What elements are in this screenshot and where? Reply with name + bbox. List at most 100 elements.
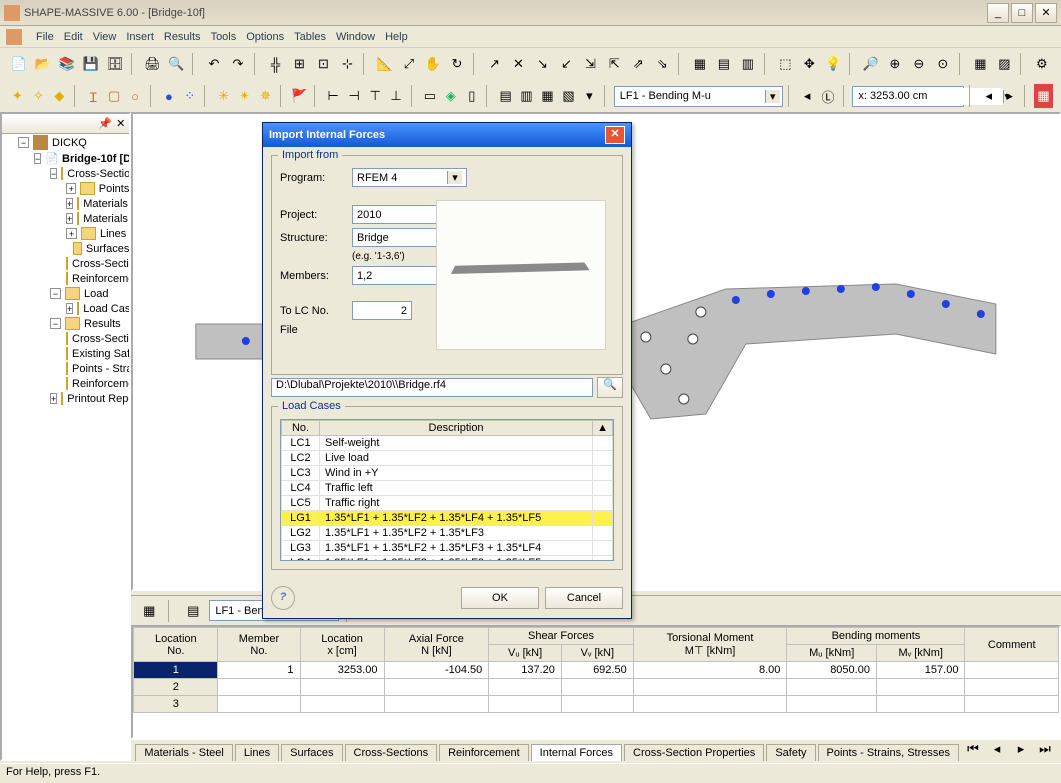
arrow-left-icon[interactable]: ◂ [979, 84, 998, 108]
tab-points-strains-stresses[interactable]: Points - Strains, Stresses [818, 744, 960, 761]
tab-first-icon[interactable]: ⏮ [961, 737, 985, 761]
cancel-button[interactable]: Cancel [545, 587, 623, 609]
lf-combo-input[interactable] [617, 88, 765, 105]
save-icon[interactable]: 💾 [80, 52, 102, 76]
zoomout-icon[interactable]: ⊖ [908, 52, 930, 76]
tab-materials-steel[interactable]: Materials - Steel [135, 744, 232, 761]
tool-f-icon[interactable]: ⇱ [603, 52, 625, 76]
pt3-icon[interactable]: ◆ [50, 84, 69, 108]
table-row[interactable]: 3 [134, 696, 1059, 713]
program-combo[interactable]: RFEM 4▾ [352, 168, 467, 187]
zoomall-icon[interactable]: ⊙ [932, 52, 954, 76]
project-icon[interactable]: 📚 [56, 52, 78, 76]
lc-grid[interactable]: No. Description▲ LC1Self-weightLC2Live l… [280, 419, 614, 561]
tree-close-icon[interactable]: ✕ [116, 117, 125, 130]
printout-node[interactable]: Printout Reports [67, 393, 131, 405]
x-combo[interactable]: ▾ [852, 86, 964, 107]
tree-item[interactable]: Reinforcement - Strains and [72, 378, 131, 390]
tree-expand-icon[interactable]: + [66, 198, 73, 209]
misc1-icon[interactable]: ▤ [496, 84, 515, 108]
calc-icon[interactable]: ▦ [969, 52, 991, 76]
table-icon[interactable]: ▦ [689, 52, 711, 76]
col-member[interactable]: MemberNo. [218, 628, 300, 662]
tool-e-icon[interactable]: ⇲ [579, 52, 601, 76]
dd1-icon[interactable]: ▾ [580, 84, 599, 108]
chevron-down-icon[interactable]: ▾ [765, 90, 780, 103]
menu-help[interactable]: Help [385, 31, 408, 43]
data-icon[interactable]: ▤ [713, 52, 735, 76]
tool-g-icon[interactable]: ⇗ [627, 52, 649, 76]
tab-safety[interactable]: Safety [766, 744, 815, 761]
col-mt[interactable]: Torsional MomentM⊤ [kNm] [633, 628, 787, 662]
tree-item[interactable]: Existing Safety [72, 348, 131, 360]
col-comment[interactable]: Comment [965, 628, 1059, 662]
root-node[interactable]: DICKQ [52, 137, 87, 149]
axis-icon[interactable]: ⊹ [336, 52, 358, 76]
navigator-tree[interactable]: 📌 ✕ −DICKQ −📄 Bridge-10f [Demo]* −Cross-… [0, 112, 131, 761]
tree-expand-icon[interactable]: + [50, 393, 57, 404]
lc-row[interactable]: LC3Wind in +Y [282, 466, 613, 481]
col-loc-no[interactable]: LocationNo. [134, 628, 218, 662]
open-icon[interactable]: 📂 [32, 52, 54, 76]
fit-icon[interactable]: ⤢ [398, 52, 420, 76]
csp-node[interactable]: Cross-Section Properties [67, 168, 131, 180]
menu-view[interactable]: View [93, 31, 117, 43]
preview-icon[interactable]: 🔍 [165, 52, 187, 76]
tree-item[interactable]: Cross-Section Properties [72, 333, 131, 345]
col-vv[interactable]: Vᵥ [kN] [561, 645, 633, 662]
win-icon[interactable]: ▦ [1034, 84, 1053, 108]
opts-icon[interactable]: ⚙ [1031, 52, 1053, 76]
browse-button[interactable]: 🔍 [597, 377, 623, 398]
arrow-right-icon[interactable]: ▸ [1000, 84, 1019, 108]
tree-collapse-icon[interactable]: − [34, 153, 41, 164]
flag-icon[interactable]: 🚩 [290, 84, 309, 108]
zoomin-icon[interactable]: ⊕ [884, 52, 906, 76]
tree-collapse-icon[interactable]: − [50, 168, 57, 179]
col-x[interactable]: Locationx [cm] [300, 628, 384, 662]
sel3-icon[interactable]: ▯ [462, 84, 481, 108]
close-button[interactable]: ✕ [1035, 3, 1057, 23]
misc3-icon[interactable]: ▦ [538, 84, 557, 108]
tool-d-icon[interactable]: ↙ [555, 52, 577, 76]
col-n[interactable]: Axial ForceN [kN] [384, 628, 489, 662]
tree-item[interactable]: Surfaces [86, 243, 129, 255]
col-vu[interactable]: Vᵤ [kN] [489, 645, 562, 662]
dot-icon[interactable]: ● [159, 84, 178, 108]
file-path[interactable]: D:\Dlubal\Projekte\2010\\Bridge.rf4 [271, 378, 593, 397]
bar-props-icon[interactable]: ▤ [181, 599, 205, 623]
lc-row[interactable]: LG41.35*LF1 + 1.35*LF2 + 1.35*LF3 + 1.35… [282, 556, 613, 562]
tree-expand-icon[interactable]: + [66, 228, 77, 239]
results-node[interactable]: Results [84, 318, 121, 330]
lf-combo[interactable]: ▾ [614, 86, 783, 107]
lc-row[interactable]: LG31.35*LF1 + 1.35*LF2 + 1.35*LF3 + 1.35… [282, 541, 613, 556]
print-icon[interactable]: 🖨 [141, 52, 163, 76]
tab-next-icon[interactable]: ▸ [1009, 737, 1033, 761]
dialog-close-icon[interactable]: ✕ [605, 126, 625, 144]
snap-icon[interactable]: ⊞ [288, 52, 310, 76]
menu-results[interactable]: Results [164, 31, 201, 43]
tree-item[interactable]: Materials - Concrete [83, 198, 131, 210]
tab-surfaces[interactable]: Surfaces [281, 744, 342, 761]
sect-icon[interactable]: Ⓛ [819, 84, 838, 108]
dim1-icon[interactable]: ⊢ [324, 84, 343, 108]
menu-tools[interactable]: Tools [211, 31, 237, 43]
star2-icon[interactable]: ✴ [235, 84, 254, 108]
tree-collapse-icon[interactable]: − [50, 288, 61, 299]
line-icon[interactable]: Ｉ [84, 84, 103, 108]
star3-icon[interactable]: ✵ [256, 84, 275, 108]
select-icon[interactable]: ⬚ [774, 52, 796, 76]
menu-options[interactable]: Options [246, 31, 284, 43]
props-icon[interactable]: ▥ [737, 52, 759, 76]
tree-item[interactable]: Load Cases [83, 303, 131, 315]
col-mu[interactable]: Mᵤ [kNm] [787, 645, 877, 662]
tolc-input[interactable] [352, 301, 412, 320]
tab-last-icon[interactable]: ⏭ [1033, 737, 1057, 761]
rotate-icon[interactable]: ↻ [446, 52, 468, 76]
sel2-icon[interactable]: ◈ [441, 84, 460, 108]
redo-icon[interactable]: ↷ [227, 52, 249, 76]
ok-button[interactable]: OK [461, 587, 539, 609]
load-node[interactable]: Load [84, 288, 108, 300]
pt2-icon[interactable]: ✧ [29, 84, 48, 108]
rect-icon[interactable]: ▢ [105, 84, 124, 108]
tab-prev-icon[interactable]: ◂ [985, 737, 1009, 761]
